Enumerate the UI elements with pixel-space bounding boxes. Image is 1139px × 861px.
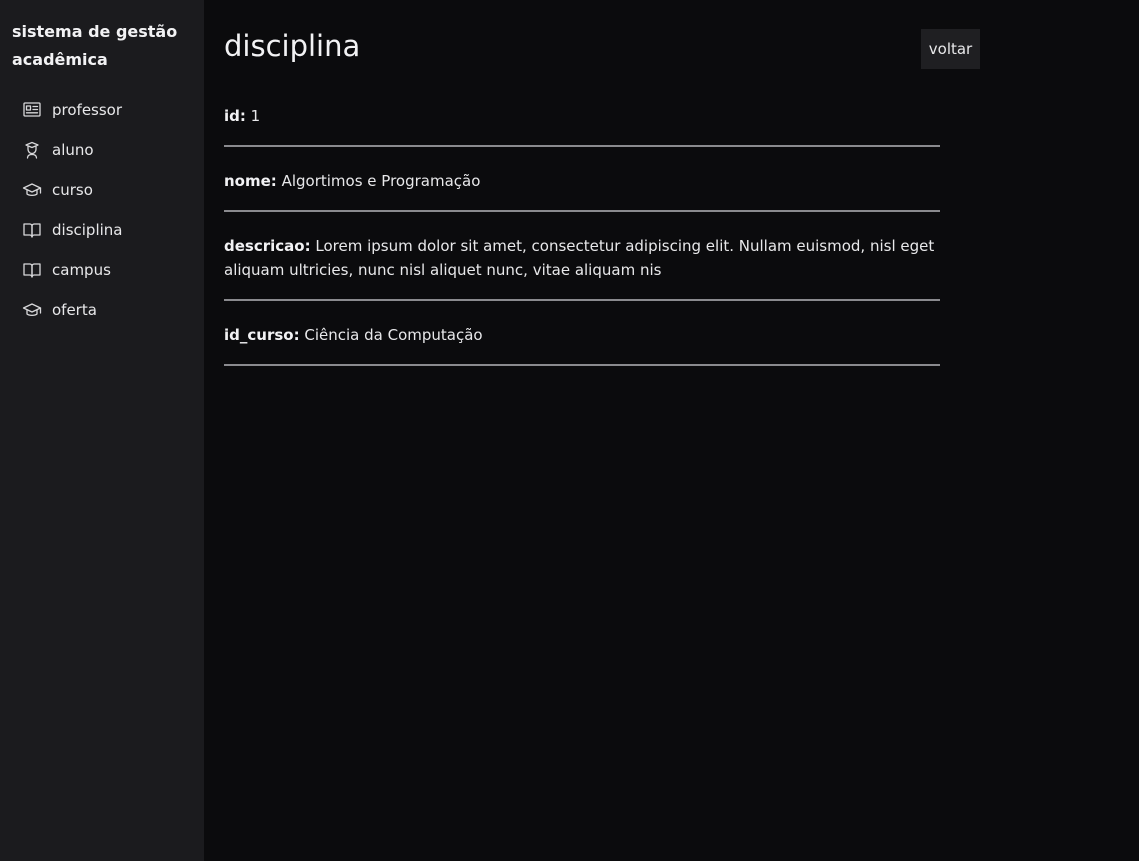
sidebar-item-label: oferta xyxy=(52,301,97,319)
sidebar: sistema de gestão acadêmica professor al… xyxy=(0,0,204,861)
book-icon xyxy=(22,220,42,240)
app-brand: sistema de gestão acadêmica xyxy=(12,22,178,69)
sidebar-item-label: professor xyxy=(52,101,123,119)
sidebar-item-professor[interactable]: professor xyxy=(0,90,204,130)
field-id: id: 1 xyxy=(224,96,940,147)
back-button[interactable]: voltar xyxy=(921,29,980,69)
field-label: id_curso: xyxy=(224,326,300,344)
field-label: descricao: xyxy=(224,237,311,255)
sidebar-item-campus[interactable]: campus xyxy=(0,250,204,290)
field-value: Ciência da Computação xyxy=(304,326,483,344)
sidebar-item-label: curso xyxy=(52,181,93,199)
graduation-cap-icon xyxy=(22,180,42,200)
sidebar-item-label: campus xyxy=(52,261,111,279)
field-value: 1 xyxy=(250,107,261,125)
book-icon xyxy=(22,260,42,280)
field-descricao: descricao: Lorem ipsum dolor sit amet, c… xyxy=(224,226,940,301)
id-card-icon xyxy=(22,100,42,120)
sidebar-item-aluno[interactable]: aluno xyxy=(0,130,204,170)
sidebar-item-disciplina[interactable]: disciplina xyxy=(0,210,204,250)
field-nome: nome: Algortimos e Programação xyxy=(224,161,940,212)
main-content: disciplina voltar id: 1 nome: Algortimos… xyxy=(204,0,1139,861)
sidebar-item-curso[interactable]: curso xyxy=(0,170,204,210)
app: sistema de gestão acadêmica professor al… xyxy=(0,0,1139,861)
field-value: Algortimos e Programação xyxy=(281,172,481,190)
field-id-curso: id_curso: Ciência da Computação xyxy=(224,315,940,366)
student-icon xyxy=(22,140,42,160)
detail-list: id: 1 nome: Algortimos e Programação des… xyxy=(224,96,940,366)
sidebar-item-label: disciplina xyxy=(52,221,123,239)
sidebar-item-label: aluno xyxy=(52,141,94,159)
sidebar-item-oferta[interactable]: oferta xyxy=(0,290,204,330)
field-label: nome: xyxy=(224,172,277,190)
sidebar-nav: professor aluno curso disciplina campus … xyxy=(0,90,204,330)
graduation-cap-icon xyxy=(22,300,42,320)
field-value: Lorem ipsum dolor sit amet, consectetur … xyxy=(224,237,935,279)
page-title: disciplina xyxy=(224,29,361,63)
field-label: id: xyxy=(224,107,246,125)
